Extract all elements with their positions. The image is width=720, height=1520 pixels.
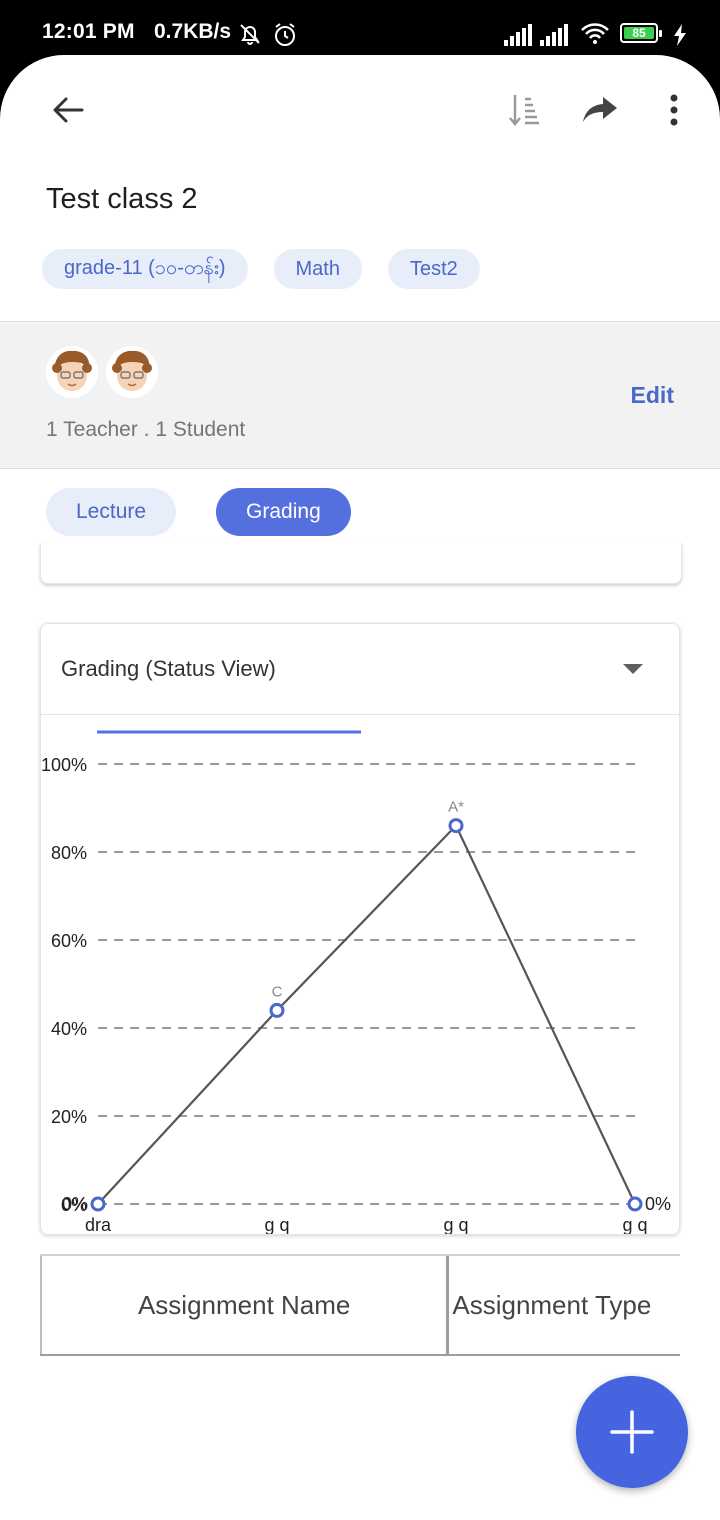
teacher-avatar[interactable]	[46, 346, 98, 398]
chart-series-line	[97, 823, 636, 1205]
chart-x-tick-label: g q	[264, 1215, 289, 1234]
chart-data-point	[269, 1002, 285, 1018]
content-tabs: Lecture Grading	[46, 488, 351, 536]
chart-data-label: 0%	[62, 1194, 88, 1214]
status-net-speed: 0.7KB/s	[154, 20, 232, 43]
chart-y-tick-label: 60%	[51, 931, 87, 951]
tag-chip-test[interactable]: Test2	[387, 249, 480, 289]
class-title: Test class 2	[46, 183, 198, 215]
wifi-icon	[581, 23, 609, 44]
members-section: 1 Teacher . 1 Student Edit	[0, 321, 720, 469]
status-bar: 12:01 PM 0.7KB/s 85	[0, 0, 720, 60]
chart-x-tick-label: dra	[85, 1215, 112, 1234]
chart-y-tick-label: 100%	[41, 755, 87, 775]
tab-lecture[interactable]: Lecture	[46, 488, 177, 536]
chart-data-point	[627, 1196, 643, 1212]
chart-data-label: 0%	[645, 1194, 671, 1214]
sort-button[interactable]	[496, 82, 552, 138]
chart-data-point	[448, 818, 464, 834]
grading-chart-card: Grading (Status View) 0% 20% 40% 60% 80% 100%…	[40, 623, 680, 1235]
signal-icon-2	[540, 24, 568, 46]
chart-data-label: C	[272, 983, 283, 1000]
chart-y-tick-label: 80%	[51, 843, 87, 863]
share-icon	[583, 97, 617, 122]
chart-x-tick-label: g q	[622, 1215, 647, 1234]
student-avatar[interactable]	[106, 346, 158, 398]
status-time: 12:01 PM	[42, 20, 135, 43]
previous-card	[40, 543, 682, 584]
members-count: 1 Teacher . 1 Student	[46, 418, 246, 441]
plus-icon	[610, 1410, 654, 1454]
chart-data-label: A*	[448, 799, 464, 816]
battery-icon: 85	[620, 23, 662, 43]
app-screen: Test class 2 grade-11 (၁၀-တန်း) Math Tes…	[0, 55, 720, 1520]
charging-icon	[674, 24, 686, 46]
toolbar	[0, 55, 720, 165]
back-button[interactable]	[40, 82, 96, 138]
grading-line-chart: 0%20%40%60%80%100%0%draCg qA*g q0%g q	[41, 730, 671, 1234]
grading-view-label: Grading (Status View)	[61, 656, 276, 681]
column-header-assignment-name[interactable]: Assignment Name	[40, 1256, 450, 1354]
grading-view-selector[interactable]: Grading (Status View)	[41, 624, 679, 715]
class-tags: grade-11 (၁၀-တန်း) Math Test2	[42, 249, 480, 289]
signal-icon	[504, 24, 532, 46]
tag-chip-grade[interactable]: grade-11 (၁၀-တန်း)	[42, 249, 248, 289]
bell-off-icon	[240, 24, 260, 45]
alarm-icon	[275, 23, 295, 46]
more-options-button[interactable]	[646, 82, 702, 138]
avatar-icon	[52, 350, 92, 391]
chart-data-point	[90, 1196, 106, 1212]
chart-y-tick-label: 40%	[51, 1019, 87, 1039]
more-vert-icon	[670, 94, 678, 126]
battery-level: 85	[624, 27, 654, 39]
tab-grading[interactable]: Grading	[216, 488, 351, 536]
assignments-table-header: Assignment Name Assignment Type	[40, 1254, 680, 1356]
arrow-back-icon	[53, 97, 84, 123]
dropdown-arrow-icon	[623, 664, 643, 674]
sort-icon	[509, 95, 539, 126]
share-button[interactable]	[572, 82, 628, 138]
chart-x-tick-label: g q	[443, 1215, 468, 1234]
tag-chip-subject[interactable]: Math	[273, 249, 362, 289]
add-button[interactable]	[576, 1376, 688, 1488]
column-header-assignment-type[interactable]: Assignment Type	[449, 1256, 680, 1354]
edit-members-button[interactable]: Edit	[631, 382, 674, 409]
avatar-icon	[112, 350, 152, 391]
chart-y-tick-label: 20%	[51, 1107, 87, 1127]
